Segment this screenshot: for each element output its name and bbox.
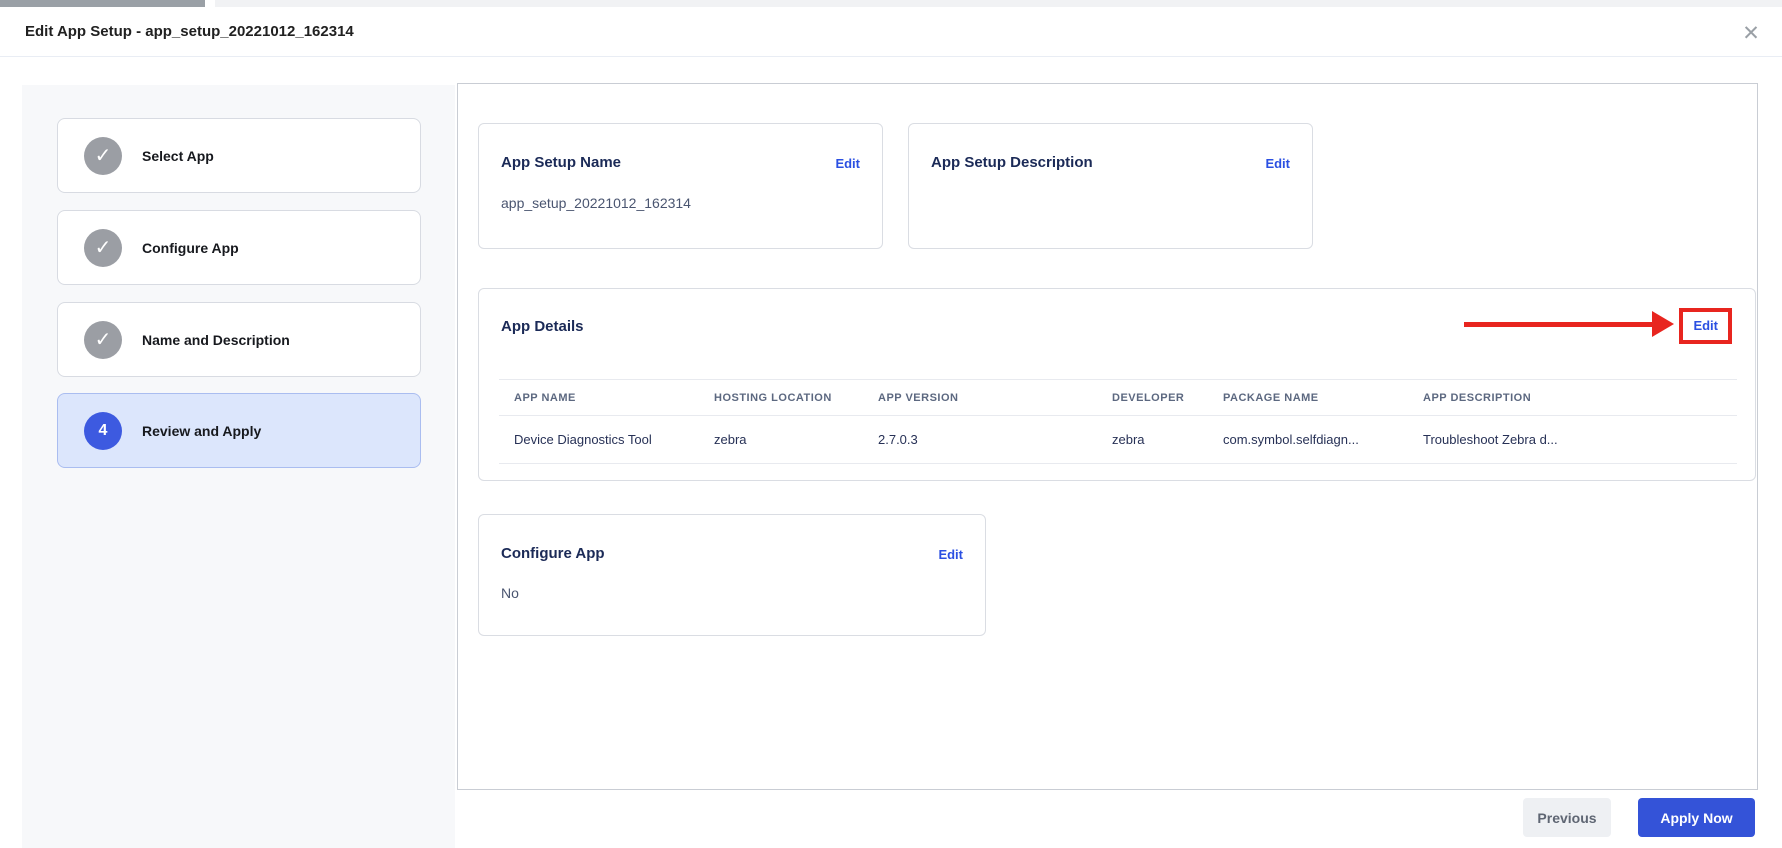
app-setup-description-title: App Setup Description [931, 154, 1093, 171]
wizard-step-label: Name and Description [142, 331, 290, 348]
column-header-app-description: APP DESCRIPTION [1408, 379, 1737, 416]
cell-developer: zebra [1097, 415, 1208, 464]
wizard-step-name-description[interactable]: ✓ Name and Description [57, 302, 421, 377]
app-details-edit-link[interactable]: Edit [1693, 318, 1718, 333]
background-strip-right [215, 0, 1782, 7]
app-details-title: App Details [501, 318, 584, 335]
cell-hosting-location: zebra [699, 415, 863, 464]
column-header-app-version: APP VERSION [863, 379, 1097, 416]
background-strip-gap [205, 0, 215, 7]
wizard-step-label: Review and Apply [142, 422, 262, 439]
check-icon: ✓ [84, 320, 122, 359]
table-row: Device Diagnostics Tool zebra 2.7.0.3 ze… [499, 415, 1737, 464]
review-panel: App Setup Name Edit app_setup_20221012_1… [457, 83, 1758, 790]
annotation-arrow-line [1464, 322, 1652, 327]
check-icon: ✓ [84, 228, 122, 267]
cell-app-name: Device Diagnostics Tool [499, 415, 699, 464]
check-glyph: ✓ [94, 329, 112, 351]
column-header-developer: DEVELOPER [1097, 379, 1208, 416]
page-title: Edit App Setup - app_setup_20221012_1623… [25, 23, 354, 40]
step-number-badge: 4 [84, 411, 122, 450]
wizard-step-configure-app[interactable]: ✓ Configure App [57, 210, 421, 285]
background-strip-left [0, 0, 205, 7]
annotation-arrow-head-icon [1652, 311, 1674, 337]
cell-app-description: Troubleshoot Zebra d... [1408, 415, 1737, 464]
table-header-row: APP NAME HOSTING LOCATION APP VERSION DE… [499, 379, 1737, 416]
configure-app-title: Configure App [501, 545, 605, 562]
dialog-titlebar: Edit App Setup - app_setup_20221012_1623… [0, 7, 1782, 57]
check-icon: ✓ [84, 136, 122, 175]
app-setup-name-title: App Setup Name [501, 154, 622, 171]
annotation-highlight-box: Edit [1679, 308, 1732, 344]
wizard-step-label: Configure App [142, 239, 239, 256]
configure-app-card: Configure App Edit No [478, 514, 986, 636]
wizard-sidebar: ✓ Select App ✓ Configure App ✓ Name and … [22, 85, 455, 848]
cell-package-name: com.symbol.selfdiagn... [1208, 415, 1408, 464]
app-setup-name-edit-link[interactable]: Edit [835, 156, 860, 171]
wizard-step-select-app[interactable]: ✓ Select App [57, 118, 421, 193]
configure-app-value: No [501, 585, 519, 601]
check-glyph: ✓ [94, 145, 112, 167]
app-setup-name-card: App Setup Name Edit app_setup_20221012_1… [478, 123, 883, 249]
app-setup-name-value: app_setup_20221012_162314 [501, 195, 691, 211]
cell-app-version: 2.7.0.3 [863, 415, 1097, 464]
app-details-card: App Details Edit APP NAME HOSTING LOCATI… [478, 288, 1756, 481]
wizard-step-label: Select App [142, 147, 214, 164]
check-glyph: ✓ [94, 237, 112, 259]
column-header-package-name: PACKAGE NAME [1208, 379, 1408, 416]
previous-button[interactable]: Previous [1523, 798, 1611, 837]
column-header-app-name: APP NAME [499, 379, 699, 416]
column-header-hosting-location: HOSTING LOCATION [699, 379, 863, 416]
configure-app-edit-link[interactable]: Edit [938, 547, 963, 562]
app-details-table: APP NAME HOSTING LOCATION APP VERSION DE… [499, 379, 1737, 464]
close-icon[interactable]: ✕ [1736, 18, 1766, 48]
apply-now-button[interactable]: Apply Now [1638, 798, 1755, 837]
app-setup-description-card: App Setup Description Edit [908, 123, 1313, 249]
wizard-step-review-apply[interactable]: 4 Review and Apply [57, 393, 421, 468]
app-setup-description-edit-link[interactable]: Edit [1265, 156, 1290, 171]
